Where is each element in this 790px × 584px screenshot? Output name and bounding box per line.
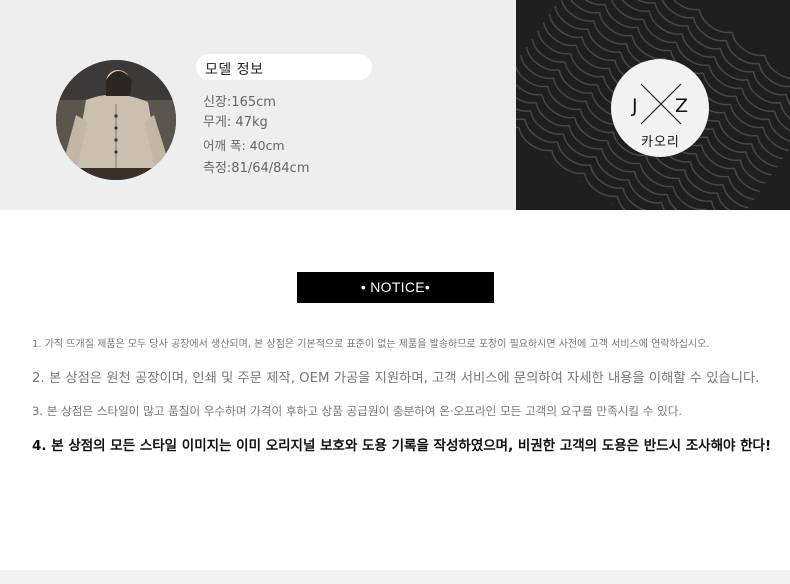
bottom-divider (0, 570, 790, 584)
model-measurements: 측정:81/64/84cm (203, 161, 310, 176)
notice-item-4: 4. 본 상점의 모든 스타일 이미지는 이미 오리지널 보호와 도용 기록을 … (32, 438, 772, 454)
model-info-title: 모델 정보 (205, 62, 264, 78)
notice-item-3: 3. 본 상점은 스타일이 많고 품질이 우수하며 가격이 후하고 상품 공급원… (32, 404, 683, 418)
notice-item-2: 2. 본 상점은 원천 공장이며, 인쇄 및 주문 제작, OEM 가공을 지원… (32, 371, 760, 386)
logo-letter-j: J (632, 95, 638, 117)
notice-item-1: 1. 가직 뜨개질 제품은 모두 당사 공장에서 생산되며, 본 상점은 기본적… (32, 339, 710, 350)
logo-brand-name: 카오리 (641, 135, 680, 150)
notice-header: • NOTICE• (360, 279, 431, 295)
logo-letter-z: Z (675, 95, 689, 117)
model-shoulder: 어깨 폭: 40cm (203, 138, 285, 153)
model-weight: 무게: 47kg (203, 115, 268, 130)
model-height: 신장:165cm (203, 95, 276, 110)
model-photo (56, 60, 176, 180)
